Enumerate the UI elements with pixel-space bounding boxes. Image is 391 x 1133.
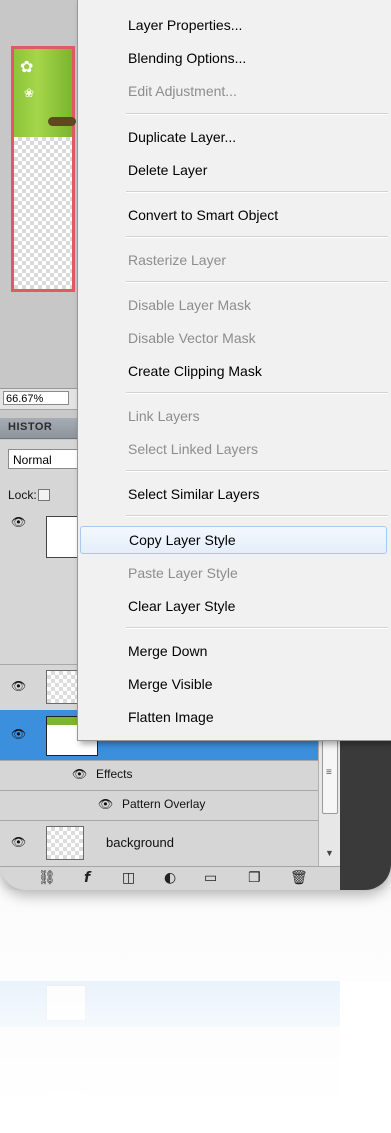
- menu-item-paste-layer-style: Paste Layer Style: [128, 565, 238, 581]
- document-preview[interactable]: ✿ ❀: [11, 46, 76, 292]
- visibility-eye-icon[interactable]: 👁: [11, 516, 26, 528]
- menu-item-flatten-image[interactable]: Flatten Image: [78, 704, 390, 732]
- menu-item-merge-visible[interactable]: Merge Visible: [78, 671, 390, 699]
- reflection: [0, 890, 391, 1133]
- effects-label: Effects: [96, 767, 133, 781]
- menu-item-merge-down[interactable]: Merge Down: [78, 638, 390, 666]
- lock-transparency-checkbox[interactable]: [38, 489, 50, 501]
- pattern-overlay-label: Pattern Overlay: [122, 797, 206, 811]
- visibility-eye-icon[interactable]: 👁: [11, 836, 26, 848]
- menu-item-blending-options[interactable]: Blending Options...: [78, 45, 390, 73]
- trash-icon[interactable]: 🗑: [290, 870, 308, 886]
- menu-item-create-clipping-mask[interactable]: Create Clipping Mask: [78, 358, 390, 386]
- menu-item-select-linked-layers: Select Linked Layers: [128, 441, 258, 457]
- menu-separator: [126, 627, 388, 629]
- menu-item-delete-layer[interactable]: Delete Layer: [78, 157, 390, 185]
- photoshop-panel: ✿ ❀ 66.67% HISTOR Normal Lock: 👁 👁 👁 👁 E…: [0, 0, 391, 890]
- tab-history[interactable]: HISTOR: [8, 421, 52, 433]
- visibility-eye-icon[interactable]: 👁: [11, 728, 26, 740]
- menu-item-edit-adjustment: Edit Adjustment...: [128, 83, 237, 99]
- link-icon[interactable]: ⛓: [38, 870, 56, 886]
- menu-item-clear-layer-style[interactable]: Clear Layer Style: [78, 593, 390, 621]
- menu-separator: [126, 113, 388, 115]
- menu-item-copy-layer-style[interactable]: Copy Layer Style: [80, 526, 387, 554]
- flower-ornament-icon: ✿: [20, 57, 34, 76]
- visibility-eye-icon[interactable]: 👁: [11, 680, 26, 692]
- menu-item-disable-layer-mask: Disable Layer Mask: [128, 297, 251, 313]
- fx-icon[interactable]: f: [84, 870, 90, 886]
- lock-label: Lock:: [8, 488, 37, 502]
- menu-item-convert-to-smart-object[interactable]: Convert to Smart Object: [78, 202, 390, 230]
- scroll-down-arrow-icon[interactable]: ▼: [325, 848, 334, 858]
- menu-separator: [126, 191, 388, 193]
- layer-thumbnail: [46, 826, 84, 860]
- menu-separator: [126, 470, 388, 472]
- menu-item-select-similar-layers[interactable]: Select Similar Layers: [78, 481, 390, 509]
- menu-item-layer-properties[interactable]: Layer Properties...: [78, 12, 390, 40]
- mask-icon[interactable]: ◫: [122, 870, 135, 886]
- menu-item-link-layers: Link Layers: [128, 408, 200, 424]
- scroll-grip-icon: ≡: [326, 767, 332, 778]
- effects-eye-icon[interactable]: 👁: [72, 768, 87, 780]
- layer-name: background: [106, 835, 174, 850]
- adjustment-icon[interactable]: ◐: [164, 870, 176, 886]
- menu-item-disable-vector-mask: Disable Vector Mask: [128, 330, 256, 346]
- menu-item-duplicate-layer[interactable]: Duplicate Layer...: [78, 124, 390, 152]
- pattern-overlay-eye-icon[interactable]: 👁: [98, 798, 113, 810]
- new-layer-icon[interactable]: ❐: [248, 870, 261, 886]
- reflection-fade: [0, 890, 391, 1133]
- blend-mode-select[interactable]: Normal: [8, 449, 80, 469]
- menu-separator: [126, 281, 388, 283]
- menu-separator: [126, 236, 388, 238]
- pattern-overlay-row[interactable]: 👁 Pattern Overlay: [0, 790, 318, 821]
- layer-row[interactable]: 👁 background: [0, 820, 318, 866]
- folder-icon[interactable]: ▭: [204, 870, 217, 886]
- layer-context-menu: Layer Properties... Blending Options... …: [77, 0, 391, 741]
- menu-item-rasterize-layer: Rasterize Layer: [128, 252, 227, 268]
- menu-separator: [126, 515, 388, 517]
- nav-pill-graphic: [48, 117, 76, 126]
- menu-separator: [126, 392, 388, 394]
- layer-effects-row[interactable]: 👁 Effects: [0, 760, 318, 791]
- layers-footer-toolbar: ⛓ f ◫ ◐ ▭ ❐ 🗑: [0, 866, 340, 890]
- photoshop-screenshot: ✿ ❀ 66.67% HISTOR Normal Lock: 👁 👁 👁 👁 E…: [0, 0, 391, 1133]
- flower-ornament-icon: ❀: [24, 86, 35, 100]
- zoom-level-field[interactable]: 66.67%: [3, 391, 69, 405]
